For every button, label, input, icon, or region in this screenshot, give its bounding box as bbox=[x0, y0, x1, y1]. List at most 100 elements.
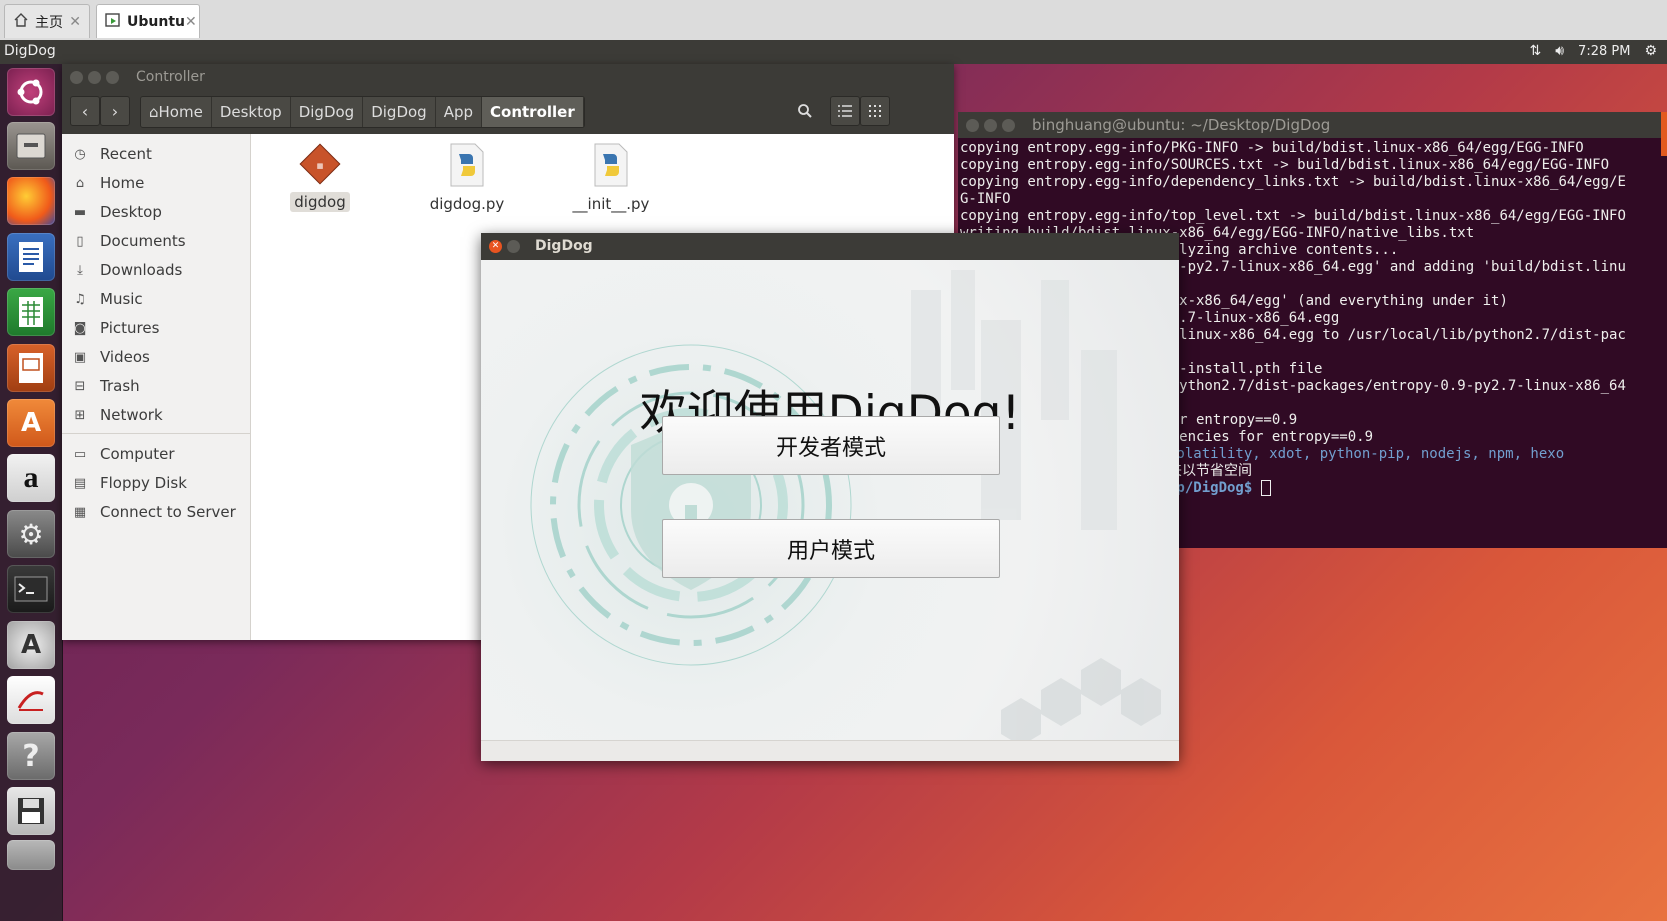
trash-icon[interactable] bbox=[7, 840, 55, 870]
breadcrumb-digdog-inner[interactable]: DigDog bbox=[363, 97, 436, 127]
maximize-button[interactable] bbox=[106, 71, 119, 84]
gear-icon[interactable]: ⚙ bbox=[1644, 43, 1657, 59]
list-view-button[interactable] bbox=[830, 96, 860, 126]
terminal-title: binghuang@ubuntu: ~/Desktop/DigDog bbox=[1032, 116, 1331, 134]
file-item-init-py[interactable]: __init__.py bbox=[551, 142, 671, 214]
file-item-digdog[interactable]: ▦ digdog bbox=[260, 142, 380, 212]
minimize-button[interactable] bbox=[984, 119, 997, 132]
close-icon[interactable]: ✕ bbox=[69, 14, 81, 30]
sidebar-item-desktop[interactable]: ▬ Desktop bbox=[72, 200, 162, 224]
sidebar-item-music[interactable]: ♫ Music bbox=[72, 287, 143, 311]
sidebar-item-videos[interactable]: ▣ Videos bbox=[72, 345, 150, 369]
terminal-scrollbar[interactable] bbox=[1661, 112, 1667, 156]
breadcrumb-app[interactable]: App bbox=[435, 97, 483, 127]
file-manager-toolbar: ‹ › ⌂Home Desktop DigDog DigDog App Cont… bbox=[62, 90, 954, 134]
terminal-line: copying entropy.egg-info/dependency_link… bbox=[960, 174, 1626, 190]
sidebar-item-recent[interactable]: ◷ Recent bbox=[72, 142, 152, 166]
active-app-name: DigDog bbox=[4, 43, 56, 59]
ubuntu-dash-icon[interactable] bbox=[7, 68, 55, 116]
computer-icon: ▭ bbox=[73, 446, 87, 462]
close-button[interactable] bbox=[70, 71, 83, 84]
forward-button[interactable]: › bbox=[100, 96, 130, 126]
breadcrumb-controller[interactable]: Controller bbox=[482, 97, 584, 127]
system-settings-icon[interactable]: ⚙ bbox=[7, 510, 55, 558]
python-file-icon bbox=[594, 143, 628, 187]
amazon-icon[interactable]: a bbox=[7, 454, 55, 502]
writer-icon[interactable] bbox=[7, 233, 55, 281]
close-button[interactable] bbox=[966, 119, 979, 132]
trash-icon: ⊟ bbox=[74, 378, 86, 394]
terminal-line: G-INFO bbox=[960, 191, 1011, 207]
breadcrumb-digdog[interactable]: DigDog bbox=[290, 97, 364, 127]
search-button[interactable] bbox=[790, 96, 820, 126]
terminal-line: copying entropy.egg-info/PKG-INFO -> bui… bbox=[960, 140, 1584, 156]
sidebar-item-pictures[interactable]: ◙ Pictures bbox=[72, 316, 160, 340]
maximize-button[interactable] bbox=[1002, 119, 1015, 132]
vm-tab-ubuntu[interactable]: Ubuntu ✕ bbox=[96, 4, 200, 38]
terminal-cursor bbox=[1260, 480, 1271, 496]
grid-icon bbox=[869, 105, 881, 117]
help-icon[interactable]: ? bbox=[7, 732, 55, 780]
minimize-button[interactable] bbox=[507, 240, 520, 253]
sidebar-item-documents[interactable]: ▯ Documents bbox=[72, 229, 185, 253]
camera-icon: ◙ bbox=[73, 320, 87, 336]
chevron-left-icon: ‹ bbox=[81, 101, 89, 121]
terminal-line: copying entropy.egg-info/top_level.txt -… bbox=[960, 208, 1626, 224]
download-icon: ⤓ bbox=[77, 262, 83, 278]
file-item-digdog-py[interactable]: digdog.py bbox=[407, 142, 527, 214]
dialog-content: 欢迎使用DigDog! 开发者模式 用户模式 bbox=[481, 260, 1179, 740]
home-icon: ⌂ bbox=[75, 175, 85, 191]
terminal-line: copying entropy.egg-info/SOURCES.txt -> … bbox=[960, 157, 1610, 173]
sidebar-item-trash[interactable]: ⊟ Trash bbox=[72, 374, 140, 398]
document-viewer-icon[interactable] bbox=[7, 676, 55, 724]
software-center-icon[interactable]: A bbox=[7, 399, 55, 447]
vm-tab-label: Ubuntu bbox=[127, 13, 185, 30]
close-icon[interactable]: ✕ bbox=[185, 14, 197, 30]
executable-icon: ▦ bbox=[299, 143, 341, 185]
sidebar-item-home[interactable]: ⌂ Home bbox=[72, 171, 144, 195]
window-title: Controller bbox=[136, 69, 205, 85]
launcher: A a ⚙ A ? bbox=[0, 64, 63, 921]
dialog-title: DigDog bbox=[535, 238, 593, 254]
firefox-icon[interactable] bbox=[7, 177, 55, 225]
folder-icon: ▬ bbox=[73, 204, 87, 220]
server-icon: ▦ bbox=[73, 504, 87, 520]
list-icon bbox=[838, 105, 852, 117]
user-mode-button[interactable]: 用户模式 bbox=[662, 519, 1000, 578]
floppy-disk-icon[interactable] bbox=[7, 787, 55, 835]
network-icon[interactable]: ⇅ bbox=[1529, 43, 1541, 59]
developer-mode-button[interactable]: 开发者模式 bbox=[662, 416, 1000, 475]
terminal-icon[interactable] bbox=[7, 565, 55, 613]
clock-icon: ◷ bbox=[74, 146, 86, 162]
document-icon: ▯ bbox=[76, 233, 84, 249]
sidebar-item-floppy-disk[interactable]: ▤ Floppy Disk bbox=[72, 471, 187, 495]
minimize-button[interactable] bbox=[88, 71, 101, 84]
grid-view-button[interactable] bbox=[860, 96, 890, 126]
svg-text:▦: ▦ bbox=[317, 162, 324, 170]
sidebar-item-connect-to-server[interactable]: ▦ Connect to Server bbox=[72, 500, 236, 524]
breadcrumb-desktop[interactable]: Desktop bbox=[211, 97, 291, 127]
close-button[interactable]: ✕ bbox=[489, 240, 502, 253]
chevron-right-icon: › bbox=[111, 101, 119, 121]
software-updater-icon[interactable]: A bbox=[7, 621, 55, 669]
back-button[interactable]: ‹ bbox=[70, 96, 100, 126]
vm-tab-home[interactable]: 主页 ✕ bbox=[4, 4, 90, 38]
places-sidebar: ◷ Recent ⌂ Home ▬ Desktop ▯ Documents ⤓ Downl… bbox=[62, 134, 251, 640]
dialog-statusbar bbox=[481, 740, 1179, 761]
sidebar-item-computer[interactable]: ▭ Computer bbox=[72, 442, 175, 466]
breadcrumb-home[interactable]: ⌂Home bbox=[141, 97, 212, 127]
floppy-icon: ▤ bbox=[73, 475, 87, 491]
sidebar-item-downloads[interactable]: ⤓ Downloads bbox=[72, 258, 182, 282]
vm-icon bbox=[105, 12, 121, 32]
files-icon[interactable] bbox=[7, 122, 55, 170]
sidebar-item-network[interactable]: ⊞ Network bbox=[72, 403, 163, 427]
terminal-prompt: op/DigDog$ bbox=[1168, 480, 1261, 496]
calc-icon[interactable] bbox=[7, 288, 55, 336]
volume-icon[interactable]: 🔊︎ bbox=[1555, 43, 1564, 59]
python-file-icon bbox=[450, 143, 484, 187]
dialog-titlebar: ✕ DigDog bbox=[481, 233, 1179, 260]
impress-icon[interactable] bbox=[7, 344, 55, 392]
clock[interactable]: 7:28 PM bbox=[1578, 44, 1630, 59]
film-icon: ▣ bbox=[73, 349, 87, 365]
terminal-titlebar: binghuang@ubuntu: ~/Desktop/DigDog bbox=[958, 112, 1667, 138]
